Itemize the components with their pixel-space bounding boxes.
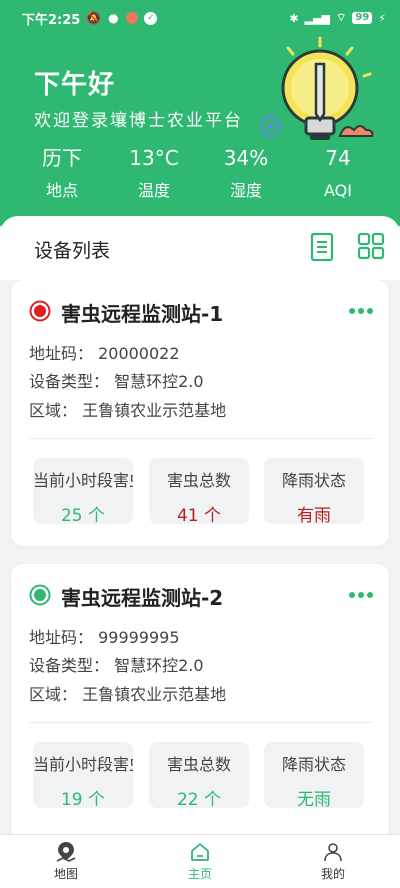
device-address: 地址码： 20000022 <box>29 344 180 363</box>
current-hour-pest-value: 19 个 <box>60 790 106 808</box>
greeting: 下午好 <box>34 70 116 100</box>
device-type: 设备类型： 智慧环控2.0 <box>29 372 204 391</box>
total-pest-box: 害虫总数 22 个 <box>149 742 249 808</box>
more-options-icon[interactable] <box>349 308 373 314</box>
rain-status-label: 降雨状态 <box>281 471 346 490</box>
device-list[interactable]: 害虫远程监测站-1 地址码： 20000022 设备类型： 智慧环控2.0 区域… <box>0 280 400 836</box>
current-hour-pest-label: 当前小时段害虫 <box>33 471 133 490</box>
map-pin-icon <box>56 842 76 862</box>
stat-aqi-value: 74 <box>325 146 351 170</box>
stat-aqi-label: AQI <box>324 181 352 200</box>
stat-humidity-label: 湿度 <box>229 181 262 200</box>
stat-temperature-label: 温度 <box>137 181 170 200</box>
nav-map[interactable]: 地图 <box>26 841 106 882</box>
device-name: 害虫远程监测站-2 <box>61 586 224 610</box>
wechat-icon: ● <box>108 11 119 25</box>
stat-location-value: 历下 <box>42 146 82 170</box>
device-card[interactable]: 害虫远程监测站-1 地址码： 20000022 设备类型： 智慧环控2.0 区域… <box>11 280 389 546</box>
bottom-nav: 地图 主页 我的 <box>0 834 400 888</box>
total-pest-label: 害虫总数 <box>166 471 231 490</box>
user-icon <box>324 843 342 862</box>
device-address: 地址码： 99999995 <box>29 628 180 647</box>
stat-humidity-value: 34% <box>223 146 269 170</box>
current-hour-pest-label: 当前小时段害虫 <box>33 755 133 774</box>
status-bar: 下午2:25 🔕 ● ✓ ✱ ▂▄▆ ⌔ 99 ⚡ <box>0 0 400 36</box>
bluetooth-icon: ✱ <box>289 11 299 25</box>
device-list-title: 设备列表 <box>34 240 111 262</box>
device-type: 设备类型： 智慧环控2.0 <box>29 656 204 675</box>
welcome-text: 欢迎登录壤博士农业平台 <box>34 111 243 131</box>
device-card[interactable]: 害虫远程监测站-2 地址码： 99999995 设备类型： 智慧环控2.0 区域… <box>11 564 389 836</box>
stat-humidity: 34% 湿度 <box>201 144 291 204</box>
battery-icon: 99 <box>352 12 373 24</box>
home-icon <box>191 843 209 861</box>
nav-home-label: 主页 <box>187 867 212 881</box>
total-pest-value: 41 个 <box>176 506 222 524</box>
lightbulb-illustration-icon <box>260 36 374 140</box>
nav-mine[interactable]: 我的 <box>293 841 373 882</box>
online-status-icon <box>29 584 51 606</box>
nav-home[interactable]: 主页 <box>160 841 240 882</box>
rain-status-label: 降雨状态 <box>281 755 346 774</box>
stat-aqi: 74 AQI <box>293 144 383 204</box>
stat-location-label: 地点 <box>45 181 78 200</box>
app-notification-icon <box>126 12 139 24</box>
header: 下午好 欢迎登录壤博士农业平台 历下 地点 13°C 温度 34% 湿度 74 … <box>0 36 400 226</box>
rain-status-box: 降雨状态 无雨 <box>264 742 364 808</box>
stat-location: 历下 地点 <box>17 144 107 204</box>
wifi-icon: ⌔ <box>336 11 347 24</box>
stat-temperature: 13°C 温度 <box>109 144 199 204</box>
device-region: 区域： 王鲁镇农业示范基地 <box>29 685 227 704</box>
device-name: 害虫远程监测站-1 <box>61 302 224 326</box>
grid-view-icon[interactable] <box>357 232 385 260</box>
status-time: 下午2:25 <box>22 12 81 28</box>
card-divider <box>29 722 373 723</box>
total-pest-value: 22 个 <box>176 790 222 808</box>
nav-mine-label: 我的 <box>320 867 345 881</box>
current-hour-pest-value: 25 个 <box>60 506 106 524</box>
check-notification-icon: ✓ <box>144 11 158 25</box>
current-hour-pest-box: 当前小时段害虫 19 个 <box>33 742 133 808</box>
offline-status-icon <box>29 300 51 322</box>
device-list-header: 设备列表 <box>0 216 400 280</box>
total-pest-label: 害虫总数 <box>166 755 231 774</box>
total-pest-box: 害虫总数 41 个 <box>149 458 249 524</box>
stat-temperature-value: 13°C <box>129 146 179 170</box>
rain-status-value: 有雨 <box>297 506 331 524</box>
rain-status-value: 无雨 <box>297 790 331 808</box>
signal-icon: ▂▄▆ <box>304 11 330 25</box>
device-region: 区域： 王鲁镇农业示范基地 <box>29 401 227 420</box>
rain-status-box: 降雨状态 有雨 <box>264 458 364 524</box>
document-list-icon[interactable] <box>310 232 334 262</box>
charging-icon: ⚡ <box>378 11 386 25</box>
current-hour-pest-box: 当前小时段害虫 25 个 <box>33 458 133 524</box>
more-options-icon[interactable] <box>349 592 373 598</box>
card-divider <box>29 438 373 439</box>
mute-bell-icon: 🔕 <box>86 11 102 25</box>
nav-map-label: 地图 <box>53 867 78 881</box>
